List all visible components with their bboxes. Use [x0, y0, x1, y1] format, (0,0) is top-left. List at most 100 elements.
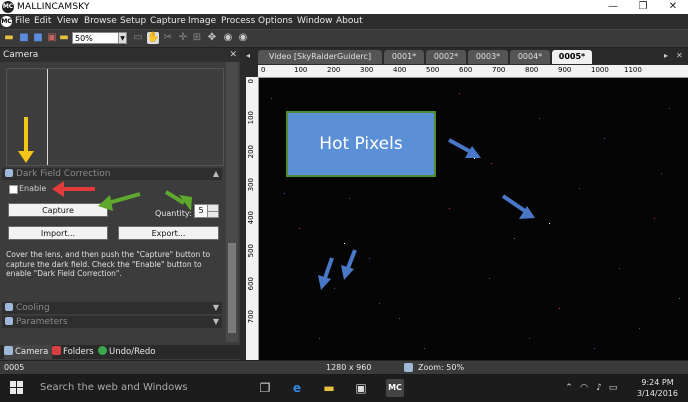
clock-time: 9:24 PM: [641, 378, 674, 387]
menu-setup[interactable]: Setup: [120, 15, 146, 28]
ruler-tick-label: 0: [247, 79, 255, 84]
crop-tool-icon[interactable]: ✂: [162, 32, 174, 44]
chevron-down-icon[interactable]: ▼: [118, 32, 127, 44]
save-icon[interactable]: ■: [18, 32, 30, 44]
maximize-button[interactable]: ❐: [628, 0, 658, 14]
panel-close-icon[interactable]: ✕: [229, 48, 237, 62]
title-bar: MC MALLINCAMSKY — ❐ ✕: [0, 0, 688, 14]
status-frame: 0005: [4, 363, 25, 372]
task-view-icon[interactable]: ❐: [256, 379, 274, 397]
export-icon[interactable]: ▣: [46, 32, 58, 44]
tabs-right-scroll-icon[interactable]: ▸: [664, 51, 668, 60]
move-tool-icon[interactable]: ✥: [206, 32, 218, 44]
section-cooling[interactable]: Cooling ▼: [2, 302, 222, 314]
folders-icon: [52, 346, 61, 355]
fit-tool-icon[interactable]: ⊞: [191, 32, 203, 44]
ruler-tick-label: 700: [247, 310, 255, 324]
ruler-tick-label: 600: [247, 277, 255, 291]
ruler-tick-label: 200: [327, 66, 341, 74]
image-canvas[interactable]: Hot Pixels: [259, 78, 688, 360]
undo-redo-icon: [98, 346, 107, 355]
taskbar-search-input[interactable]: Search the web and Windows: [40, 382, 188, 393]
window-title: MALLINCAMSKY: [17, 2, 90, 12]
menu-file[interactable]: File: [15, 15, 30, 28]
crosshair-tool-icon[interactable]: ✛: [177, 32, 189, 44]
menu-process[interactable]: Process: [221, 15, 255, 28]
tab-close-icon[interactable]: ✕: [676, 51, 683, 60]
menu-capture[interactable]: Capture: [150, 15, 186, 28]
ruler-vertical: 0 100 200 300 400 500 600 700: [246, 77, 259, 360]
export-button[interactable]: Export...: [118, 226, 219, 240]
ruler-horizontal: 0 100 200 300 400 500 600 700 800 900 10…: [258, 65, 688, 78]
windows-start-icon[interactable]: [10, 381, 24, 395]
status-bar: 0005 1280 x 960 Zoom: 50%: [0, 360, 688, 375]
close-button[interactable]: ✕: [658, 0, 688, 14]
import-button[interactable]: Import...: [8, 226, 108, 240]
tab-video[interactable]: Video [SkyRaiderGuiderc]: [258, 50, 382, 64]
store-icon[interactable]: ▣: [352, 379, 370, 397]
folder-icon[interactable]: ▬: [58, 32, 70, 44]
panel-header: Camera ✕: [0, 48, 240, 62]
document-area: ◂ Video [SkyRaiderGuiderc] 0001* 0002* 0…: [244, 48, 688, 360]
tab-undo-redo[interactable]: Undo/Redo: [98, 345, 155, 359]
file-explorer-icon[interactable]: ▬: [320, 379, 338, 397]
section-cooling-label: Cooling: [16, 303, 50, 313]
expand-icon[interactable]: ▼: [213, 302, 219, 314]
tab-folders[interactable]: Folders: [52, 345, 94, 359]
ruler-tick-label: 300: [247, 178, 255, 192]
expand-icon[interactable]: ▼: [213, 316, 219, 328]
edge-browser-icon[interactable]: e: [288, 379, 306, 397]
menu-options[interactable]: Options: [258, 15, 293, 28]
document-tabs: ◂ Video [SkyRaiderGuiderc] 0001* 0002* 0…: [244, 48, 688, 64]
menu-view[interactable]: View: [57, 15, 78, 28]
menu-edit[interactable]: Edit: [34, 15, 51, 28]
ruler-tick-label: 0: [261, 66, 266, 74]
windows-taskbar: Search the web and Windows ❐ e ▬ ▣ MC ⌃ …: [0, 374, 688, 402]
ruler-tick-label: 1000: [591, 66, 609, 74]
status-zoom: Zoom: 50%: [418, 363, 465, 372]
section-parameters[interactable]: Parameters ▼: [2, 316, 222, 328]
annotation-arrows: [18, 117, 192, 211]
tab-camera[interactable]: Camera: [4, 345, 53, 359]
ruler-tick-label: 1100: [624, 66, 642, 74]
menu-about[interactable]: About: [336, 15, 363, 28]
ruler-tick-label: 500: [426, 66, 440, 74]
zoom-icon: [404, 363, 413, 372]
minimize-button[interactable]: —: [598, 0, 628, 14]
ruler-tick-label: 400: [393, 66, 407, 74]
ruler-tick-label: 100: [247, 111, 255, 125]
tab-0001[interactable]: 0001*: [384, 50, 424, 64]
tab-0002[interactable]: 0002*: [426, 50, 466, 64]
camera-icon: [4, 346, 13, 355]
select-tool-icon[interactable]: ▭: [132, 32, 144, 44]
tab-0003[interactable]: 0003*: [468, 50, 508, 64]
panel-title: Camera: [3, 50, 39, 60]
previous-icon[interactable]: ◉: [222, 32, 234, 44]
help-text: Cover the lens, and then push the "Captu…: [6, 250, 211, 278]
section-parameters-label: Parameters: [16, 317, 68, 327]
ruler-tick-label: 800: [525, 66, 539, 74]
tabs-left-scroll-icon[interactable]: ◂: [246, 51, 250, 60]
taskbar-clock[interactable]: 9:24 PM 3/14/2016: [637, 377, 678, 399]
system-menu-icon[interactable]: MC: [1, 16, 12, 27]
panel-scroll-thumb[interactable]: [228, 243, 236, 333]
next-icon[interactable]: ◉: [237, 32, 249, 44]
menu-window[interactable]: Window: [297, 15, 333, 28]
tab-0005[interactable]: 0005*: [552, 50, 592, 64]
menu-bar: MC File Edit View Browse Setup Capture I…: [0, 14, 688, 30]
menu-image[interactable]: Image: [188, 15, 216, 28]
zoom-select[interactable]: 50%: [72, 32, 120, 44]
menu-browse[interactable]: Browse: [84, 15, 117, 28]
app-logo-icon: MC: [2, 1, 14, 13]
ruler-tick-label: 600: [459, 66, 473, 74]
status-resolution: 1280 x 960: [326, 363, 372, 372]
mallincam-app-icon[interactable]: MC: [386, 379, 404, 397]
open-folder-icon[interactable]: ▬: [3, 32, 15, 44]
save-all-icon[interactable]: ■: [32, 32, 44, 44]
ruler-tick-label: 100: [294, 66, 308, 74]
hand-tool-icon[interactable]: ✋: [147, 32, 159, 44]
toolbar: ▬ ■ ■ ▣ ▬ 50% ▼ ▭ ✋ ✂ ✛ ⊞ ✥ ◉ ◉: [0, 30, 688, 48]
tab-0004[interactable]: 0004*: [510, 50, 550, 64]
notification-icon[interactable]: ▭: [604, 379, 622, 397]
ruler-tick-label: 500: [247, 244, 255, 258]
